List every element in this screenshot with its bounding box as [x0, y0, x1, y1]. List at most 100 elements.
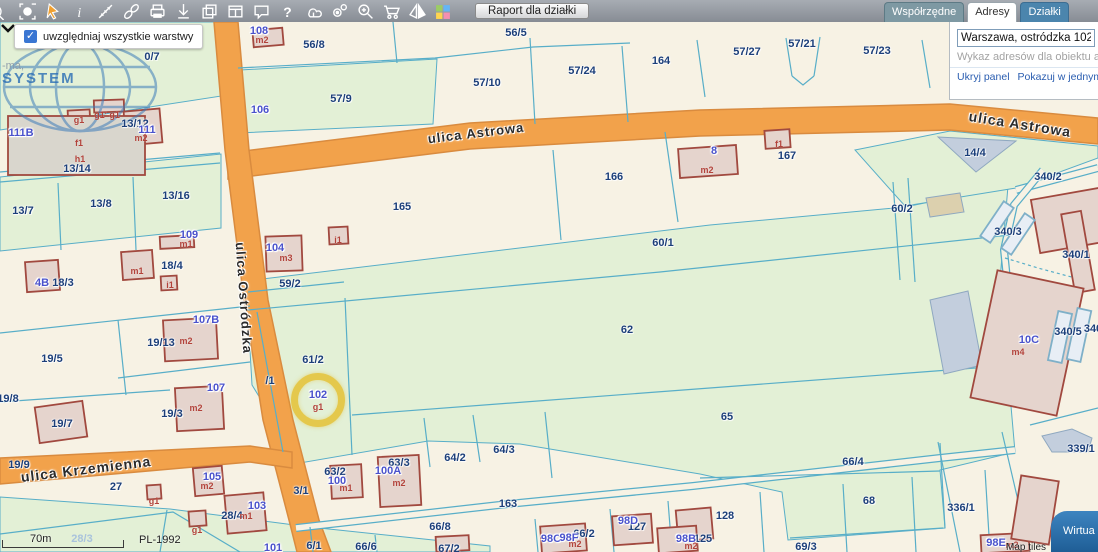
hide-panel-link[interactable]: Ukryj panel: [957, 71, 1010, 83]
address-label: 101: [264, 542, 282, 552]
wirtualny-button[interactable]: Wirtua: [1051, 511, 1098, 552]
geo-system-logo-text: SYSTEM: [2, 70, 76, 87]
address-label: 98E: [986, 537, 1006, 549]
parcel-label: 339/1: [1067, 443, 1095, 455]
parcel-label: 18/4: [161, 260, 182, 272]
tab-dzia-ki[interactable]: Działki: [1020, 2, 1068, 22]
building-label: m2: [684, 541, 697, 551]
crs-label: PL-1992: [139, 534, 181, 546]
parcel-label: 13/7: [12, 205, 33, 217]
address-search-input[interactable]: [957, 29, 1095, 47]
panel-tabs: WspółrzędneAdresyDziałki: [884, 2, 1069, 22]
cloud-download-icon[interactable]: [305, 3, 322, 20]
parcel-label: 167: [778, 150, 796, 162]
map-canvas[interactable]: ulica Astrowaulica Astrowaulica Ostródzk…: [0, 22, 1098, 552]
pointer-icon[interactable]: [45, 3, 62, 20]
cart-icon[interactable]: [383, 3, 400, 20]
copy-icon[interactable]: [201, 3, 218, 20]
parcel-label: 57/10: [473, 77, 501, 89]
tab-adresy[interactable]: Adresy: [967, 2, 1017, 22]
search-hint: Wykaz adresów dla obiektu ak: [957, 51, 1092, 63]
address-label: 98D: [618, 515, 638, 527]
settings-icon[interactable]: [331, 3, 348, 20]
help-icon[interactable]: ?: [279, 3, 296, 20]
parcel-label: 60/1: [652, 237, 673, 249]
layers-checkbox-label: uwzględniaj wszystkie warstwy: [43, 31, 193, 43]
parcel-label: 57/21: [788, 38, 816, 50]
highlighted-address-label: 102: [309, 389, 327, 401]
download-icon[interactable]: [175, 3, 192, 20]
address-label: 10C: [1019, 334, 1039, 346]
building-label: h1: [75, 154, 86, 164]
address-label: 98C: [541, 533, 561, 545]
building-label: m1: [130, 266, 143, 276]
address-label: 111B: [8, 127, 33, 139]
parcel-label: 19/9: [8, 459, 29, 471]
parcel-label: 19/7: [51, 418, 72, 430]
parcel-label: 67/2: [438, 543, 459, 552]
parcel-label: 3/1: [293, 485, 308, 497]
toolbar-icons: i?: [0, 3, 461, 20]
address-label: 107B: [193, 314, 219, 326]
address-label: 8: [711, 145, 717, 157]
link-icon[interactable]: [123, 3, 140, 20]
building-label: f1: [775, 139, 783, 149]
panel-separator: [950, 67, 1098, 68]
building-label: m2: [134, 133, 147, 143]
layers-checkbox[interactable]: ✓: [24, 30, 37, 43]
building-label: i1: [166, 280, 174, 290]
search-panel: Wykaz adresów dla obiektu ak Ukryj panel…: [949, 22, 1098, 100]
building-label: g1: [192, 525, 203, 535]
building-label: m2: [179, 336, 192, 346]
parcel-label: 0/7: [144, 51, 159, 63]
mirror-icon[interactable]: [409, 3, 426, 20]
building-label: g1: [149, 496, 160, 506]
parcel-label: 27: [110, 481, 122, 493]
parcel-label: 56/8: [303, 39, 324, 51]
parcel-label: 57/27: [733, 46, 761, 58]
parcel-label: 69/3: [795, 541, 816, 552]
building-label: m2: [200, 481, 213, 491]
select-area-icon[interactable]: [19, 3, 36, 20]
building-label: m2: [189, 403, 202, 413]
address-label: 107: [207, 382, 225, 394]
report-dla-dzialki-button[interactable]: Raport dla działki: [475, 3, 589, 19]
parcel-label: 56/5: [505, 27, 526, 39]
scale-bar: [2, 540, 124, 548]
parcel-label: 13/14: [63, 163, 91, 175]
building-label: m1: [339, 483, 352, 493]
parcel-label: 19/5: [41, 353, 62, 365]
app-window: i? Raport dla działki WspółrzędneAdresyD…: [0, 0, 1098, 552]
comment-icon[interactable]: [253, 3, 270, 20]
parcel-label: 165: [393, 201, 411, 213]
parcel-label: 340/5: [1054, 326, 1082, 338]
building-label: m2: [568, 539, 581, 549]
info-icon[interactable]: i: [71, 3, 88, 20]
parcel-label: 60/2: [891, 203, 912, 215]
measure-icon[interactable]: [97, 3, 114, 20]
zoom-search-icon[interactable]: [357, 3, 374, 20]
parcel-label: 57/24: [568, 65, 596, 77]
legend-icon[interactable]: [435, 3, 452, 20]
print-icon[interactable]: [149, 3, 166, 20]
parcel-label: 59/2: [279, 278, 300, 290]
parcel-label: 340/3: [994, 226, 1022, 238]
svg-text:?: ?: [283, 3, 291, 19]
parcel-label: 66/4: [842, 456, 863, 468]
building-label: m1: [239, 511, 252, 521]
map-graphics: [0, 22, 1098, 552]
show-in-one-window-link[interactable]: Pokazuj w jednym ok: [1018, 71, 1098, 83]
parcel-label: 163: [499, 498, 517, 510]
parcel-label: 64/3: [493, 444, 514, 456]
building-label: m1: [179, 239, 192, 249]
tab-wsp-rz-dne[interactable]: Współrzędne: [884, 2, 964, 22]
address-label: 106: [251, 104, 269, 116]
building-label: f1: [75, 138, 83, 148]
layout-icon[interactable]: [227, 3, 244, 20]
parcel-label: 64/2: [444, 452, 465, 464]
address-label: 4B: [35, 277, 49, 289]
building-label: i1: [334, 235, 342, 245]
parcel-label: 57/9: [330, 93, 351, 105]
zoom-out-partial-icon[interactable]: [0, 3, 10, 20]
parcel-label: 57/23: [863, 45, 891, 57]
